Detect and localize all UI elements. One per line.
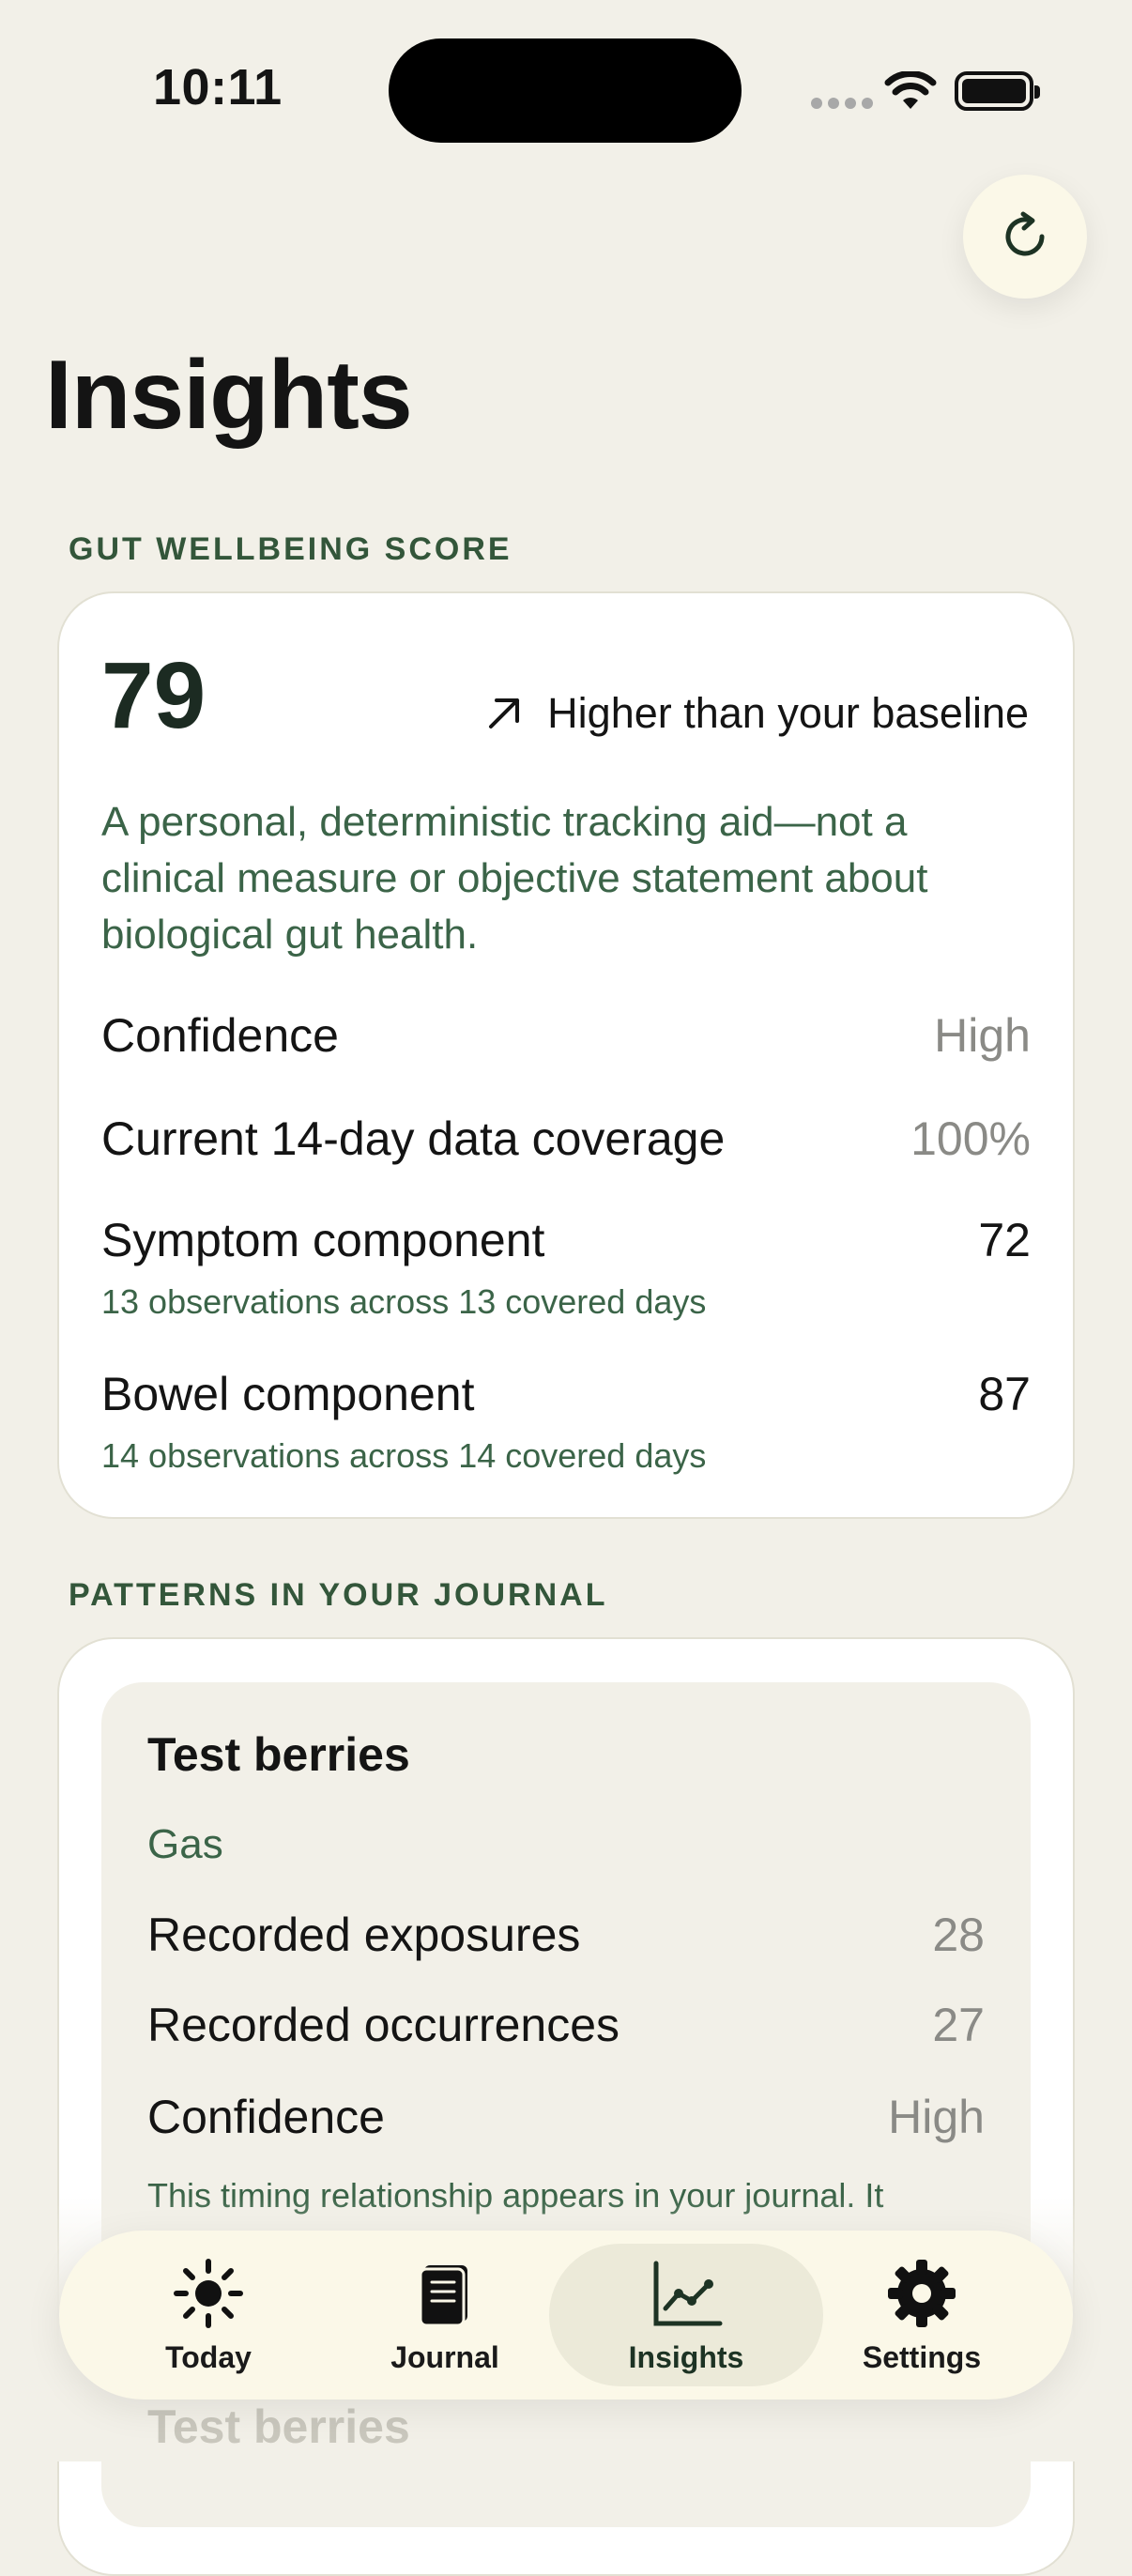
tab-label: Insights [628, 2339, 744, 2374]
row-label: Bowel component [101, 1368, 475, 1420]
journal-icon [419, 2264, 467, 2326]
row-value: High [888, 2091, 985, 2143]
exposures-row: Recorded exposures 28 [147, 1908, 985, 1962]
row-label: Recorded occurrences [147, 1999, 620, 2051]
row-label: Recorded exposures [147, 1909, 581, 1961]
pattern-symptom: Gas [147, 1821, 223, 1867]
bowel-component-row: Bowel component 87 [101, 1367, 1031, 1421]
coverage-row: Current 14-day data coverage 100% [101, 1112, 1031, 1166]
row-value: 27 [932, 1999, 985, 2051]
arrow-up-right-icon [489, 698, 520, 728]
wifi-icon [884, 71, 937, 109]
row-label: Confidence [101, 1009, 339, 1062]
symptom-component-note: 13 observations across 13 covered days [101, 1282, 707, 1321]
chart-line-icon [653, 2261, 723, 2325]
tab-label: Today [165, 2339, 252, 2374]
pattern-confidence-row: Confidence High [147, 2090, 985, 2144]
refresh-button[interactable] [963, 175, 1087, 299]
score-value: 79 [101, 643, 207, 748]
refresh-icon [1005, 211, 1045, 256]
symptom-component-row: Symptom component 72 [101, 1213, 1031, 1267]
page-title: Insights [45, 341, 413, 450]
cellular-signal-icon [811, 98, 873, 109]
occurrences-row: Recorded occurrences 27 [147, 1998, 985, 2052]
tab-label: Journal [390, 2339, 499, 2374]
gear-icon [888, 2259, 956, 2327]
row-label: Current 14-day data coverage [101, 1112, 726, 1165]
section-label-patterns: PATTERNS IN YOUR JOURNAL [69, 1577, 608, 1613]
tab-today[interactable]: Today [89, 2244, 328, 2386]
row-value: High [934, 1009, 1031, 1062]
row-label: Confidence [147, 2091, 385, 2143]
tab-label: Settings [862, 2339, 982, 2374]
tab-insights[interactable]: Insights [549, 2244, 823, 2386]
score-disclaimer: A personal, deterministic tracking aid—n… [101, 799, 928, 958]
pattern-title: Test berries [147, 1728, 410, 1781]
tab-journal[interactable]: Journal [326, 2244, 564, 2386]
battery-icon [955, 71, 1040, 111]
tab-bar: Today Journal Insights Settings [59, 2231, 1073, 2400]
trend-indicator: Higher than your baseline [483, 689, 1029, 738]
row-value: 28 [932, 1909, 985, 1961]
section-label-score: GUT WELLBEING SCORE [69, 531, 512, 567]
row-value: 100% [910, 1112, 1031, 1165]
row-value: 72 [978, 1214, 1031, 1266]
tab-settings[interactable]: Settings [803, 2244, 1041, 2386]
bowel-component-note: 14 observations across 14 covered days [101, 1436, 707, 1475]
confidence-row: Confidence High [101, 1008, 1031, 1063]
sun-icon [174, 2258, 243, 2328]
row-label: Symptom component [101, 1214, 545, 1266]
dynamic-island [389, 38, 742, 143]
status-time: 10:11 [153, 59, 283, 115]
trend-text: Higher than your baseline [547, 689, 1029, 737]
row-value: 87 [978, 1368, 1031, 1420]
pattern-title: Test berries [147, 2400, 410, 2453]
